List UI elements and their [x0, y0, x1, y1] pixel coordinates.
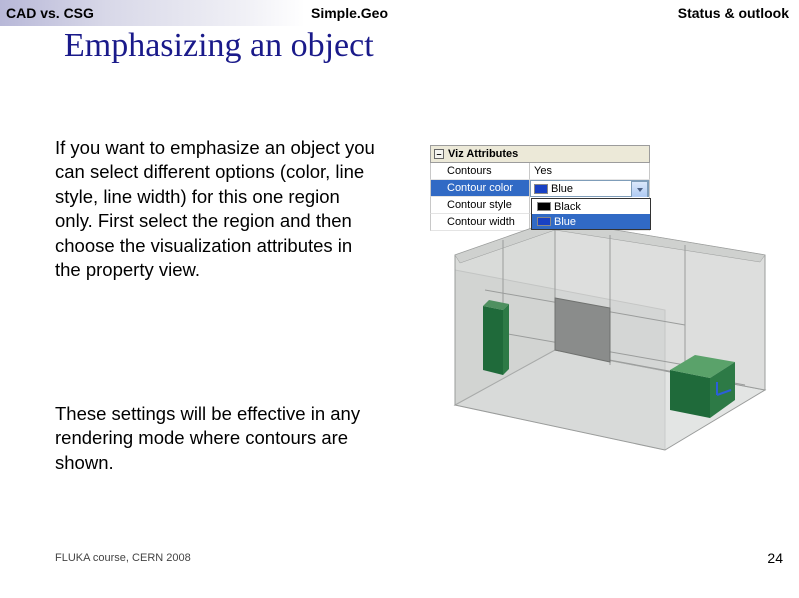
scene-svg — [425, 200, 775, 460]
viz-row-value[interactable]: Yes — [530, 163, 650, 180]
viz-row-value[interactable]: Blue Black Blue — [530, 180, 650, 197]
dropdown-option-black[interactable]: Black — [532, 199, 650, 214]
breadcrumb-middle: Simple.Geo — [305, 5, 394, 21]
dropdown-option-label: Black — [554, 201, 581, 213]
breadcrumb-left: CAD vs. CSG — [0, 0, 305, 26]
footer-course: FLUKA course, CERN 2008 — [55, 552, 191, 564]
chevron-down-icon — [637, 188, 643, 192]
page-title: Emphasizing an object — [64, 27, 374, 65]
page-number: 24 — [767, 550, 783, 566]
breadcrumb-right: Status & outlook — [678, 5, 799, 21]
color-swatch-icon — [537, 217, 551, 226]
viz-row-label: Contours — [430, 163, 530, 180]
body-paragraph-2: These settings will be effective in any … — [55, 402, 390, 475]
viz-panel-header[interactable]: – Viz Attributes — [430, 145, 650, 163]
color-select-label: Blue — [551, 183, 573, 195]
body-paragraph-1: If you want to emphasize an object you c… — [55, 136, 380, 282]
scene-3d-room — [425, 200, 775, 460]
dropdown-button[interactable] — [631, 181, 648, 198]
viz-row-contour-color[interactable]: Contour color Blue Black Blue — [430, 180, 650, 197]
dropdown-option-label: Blue — [554, 216, 576, 228]
color-select[interactable]: Blue Black Blue — [530, 180, 649, 197]
viz-row-label: Contour color — [430, 180, 530, 197]
viz-row-contours[interactable]: Contours Yes — [430, 163, 650, 180]
viz-panel-title: Viz Attributes — [448, 148, 518, 160]
color-swatch-icon — [534, 184, 548, 194]
breadcrumb: CAD vs. CSG Simple.Geo Status & outlook — [0, 0, 799, 26]
color-dropdown-list[interactable]: Black Blue — [531, 198, 651, 230]
emphasized-green-slab — [483, 300, 509, 375]
dropdown-option-blue[interactable]: Blue — [532, 214, 650, 229]
collapse-icon[interactable]: – — [434, 149, 444, 159]
color-swatch-icon — [537, 202, 551, 211]
